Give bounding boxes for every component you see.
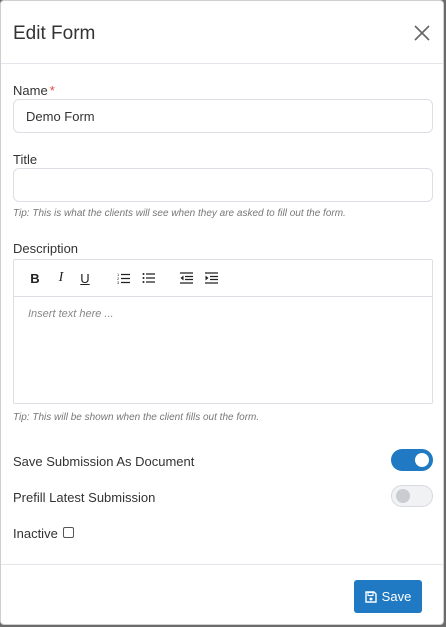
save-label: Save <box>381 589 412 604</box>
name-label-text: Name <box>13 83 48 98</box>
editor-toolbar: B I U 1 2 3 <box>14 260 432 297</box>
svg-text:3: 3 <box>117 280 120 284</box>
prefill-latest-toggle[interactable] <box>391 485 433 507</box>
title-input[interactable] <box>13 168 433 202</box>
required-mark: * <box>49 83 55 98</box>
save-submission-toggle[interactable] <box>391 449 433 471</box>
inactive-label: Inactive <box>13 526 58 541</box>
close-icon[interactable] <box>413 24 431 42</box>
edit-form-modal: Edit Form Name* Title Tip: This is what … <box>0 0 444 625</box>
description-label: Description <box>13 241 79 256</box>
indent-icon[interactable] <box>204 270 220 286</box>
save-button[interactable]: Save <box>354 580 422 613</box>
save-icon <box>364 590 377 603</box>
toggle-knob <box>415 453 429 467</box>
title-tip: Tip: This is what the clients will see w… <box>13 208 346 219</box>
modal-footer: Save <box>1 564 443 626</box>
ordered-list-icon[interactable]: 1 2 3 <box>116 270 132 286</box>
prefill-latest-label: Prefill Latest Submission <box>13 490 156 505</box>
outdent-icon[interactable] <box>179 270 195 286</box>
underline-icon[interactable]: U <box>77 270 93 286</box>
inactive-checkbox[interactable] <box>63 527 74 538</box>
description-editor: B I U 1 2 3 Insert text here ... <box>13 259 433 404</box>
title-label: Title <box>13 152 38 167</box>
name-label: Name * <box>13 83 55 98</box>
toggle-knob <box>396 489 410 503</box>
description-tip: Tip: This will be shown when the client … <box>13 412 260 423</box>
modal-title: Edit Form <box>13 23 96 44</box>
name-input[interactable] <box>13 99 433 133</box>
unordered-list-icon[interactable] <box>141 270 157 286</box>
modal-header: Edit Form <box>1 1 443 64</box>
description-placeholder[interactable]: Insert text here ... <box>28 308 114 320</box>
save-submission-label: Save Submission As Document <box>13 454 195 469</box>
italic-icon[interactable]: I <box>53 270 69 286</box>
bold-icon[interactable]: B <box>27 270 43 286</box>
